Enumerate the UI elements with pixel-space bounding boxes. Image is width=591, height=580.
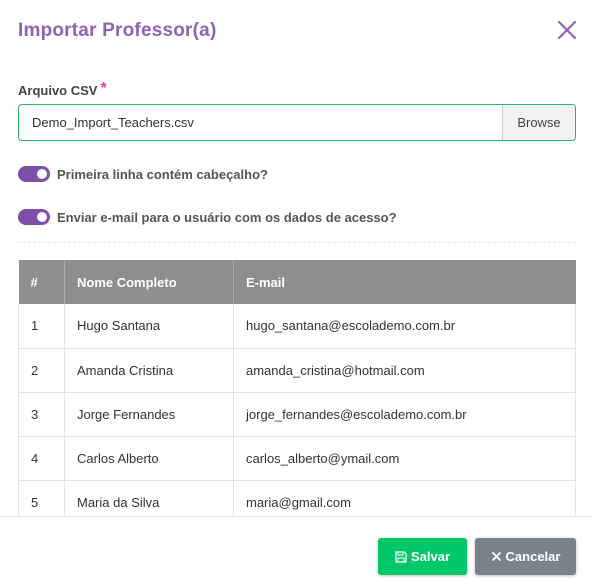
csv-file-input[interactable]: Demo_Import_Teachers.csv Browse (18, 104, 576, 141)
selected-file-name[interactable]: Demo_Import_Teachers.csv (19, 105, 502, 140)
cell-email: carlos_alberto@ymail.com (233, 436, 576, 481)
column-header-email: E-mail (233, 260, 576, 304)
cell-number: 5 (18, 480, 65, 516)
table-row: 2 Amanda Cristina amanda_cristina@hotmai… (18, 348, 576, 393)
dialog-header: Importar Professor(a) (18, 20, 579, 46)
import-teacher-dialog: Importar Professor(a) Arquivo CSV * Demo_… (0, 0, 591, 580)
close-icon[interactable] (555, 18, 579, 42)
cell-number: 4 (18, 436, 65, 481)
csv-file-label: Arquivo CSV * (18, 80, 107, 100)
toggle-knob (37, 169, 47, 179)
toggle-knob (37, 212, 47, 222)
cell-number: 3 (18, 392, 65, 437)
cell-number: 1 (18, 304, 65, 349)
dialog-footer: Salvar Cancelar (0, 516, 591, 580)
cancel-button-label: Cancelar (505, 549, 561, 564)
header-row-toggle[interactable] (18, 166, 50, 182)
save-button[interactable]: Salvar (378, 538, 467, 575)
floppy-disk-icon (395, 550, 407, 563)
cell-email: amanda_cristina@hotmail.com (233, 348, 576, 393)
cell-full-name: Amanda Cristina (64, 348, 234, 393)
send-email-option: Enviar e-mail para o usuário com os dado… (18, 209, 397, 225)
preview-table: # Nome Completo E-mail 1 Hugo Santana hu… (18, 260, 576, 516)
required-mark: * (100, 80, 107, 97)
table-row: 1 Hugo Santana hugo_santana@escolademo.c… (18, 304, 576, 349)
save-button-label: Salvar (410, 549, 451, 564)
table-row: 3 Jorge Fernandes jorge_fernandes@escola… (18, 392, 576, 437)
x-icon (491, 552, 501, 561)
cell-email: jorge_fernandes@escolademo.com.br (233, 392, 576, 437)
cell-full-name: Jorge Fernandes (64, 392, 234, 437)
cell-full-name: Carlos Alberto (64, 436, 234, 481)
cell-email: hugo_santana@escolademo.com.br (233, 304, 576, 349)
section-divider (18, 242, 576, 243)
cell-number: 2 (18, 348, 65, 393)
header-row-label: Primeira linha contém cabeçalho? (57, 166, 268, 182)
send-email-toggle[interactable] (18, 209, 50, 225)
column-header-full-name: Nome Completo (64, 260, 234, 304)
cell-full-name: Hugo Santana (64, 304, 234, 349)
dialog-title: Importar Professor(a) (18, 20, 217, 41)
cell-email: maria@gmail.com (233, 480, 576, 516)
send-email-label: Enviar e-mail para o usuário com os dado… (57, 209, 397, 225)
cancel-button[interactable]: Cancelar (475, 538, 576, 575)
cell-full-name: Maria da Silva (64, 480, 234, 516)
header-row-option: Primeira linha contém cabeçalho? (18, 166, 268, 182)
table-row: 4 Carlos Alberto carlos_alberto@ymail.co… (18, 436, 576, 481)
preview-table-container[interactable]: # Nome Completo E-mail 1 Hugo Santana hu… (18, 260, 576, 516)
table-header-row: # Nome Completo E-mail (18, 260, 576, 304)
column-header-number: # (18, 260, 65, 304)
browse-button[interactable]: Browse (502, 105, 575, 140)
csv-file-label-text: Arquivo CSV (18, 83, 98, 98)
table-row: 5 Maria da Silva maria@gmail.com (18, 480, 576, 516)
